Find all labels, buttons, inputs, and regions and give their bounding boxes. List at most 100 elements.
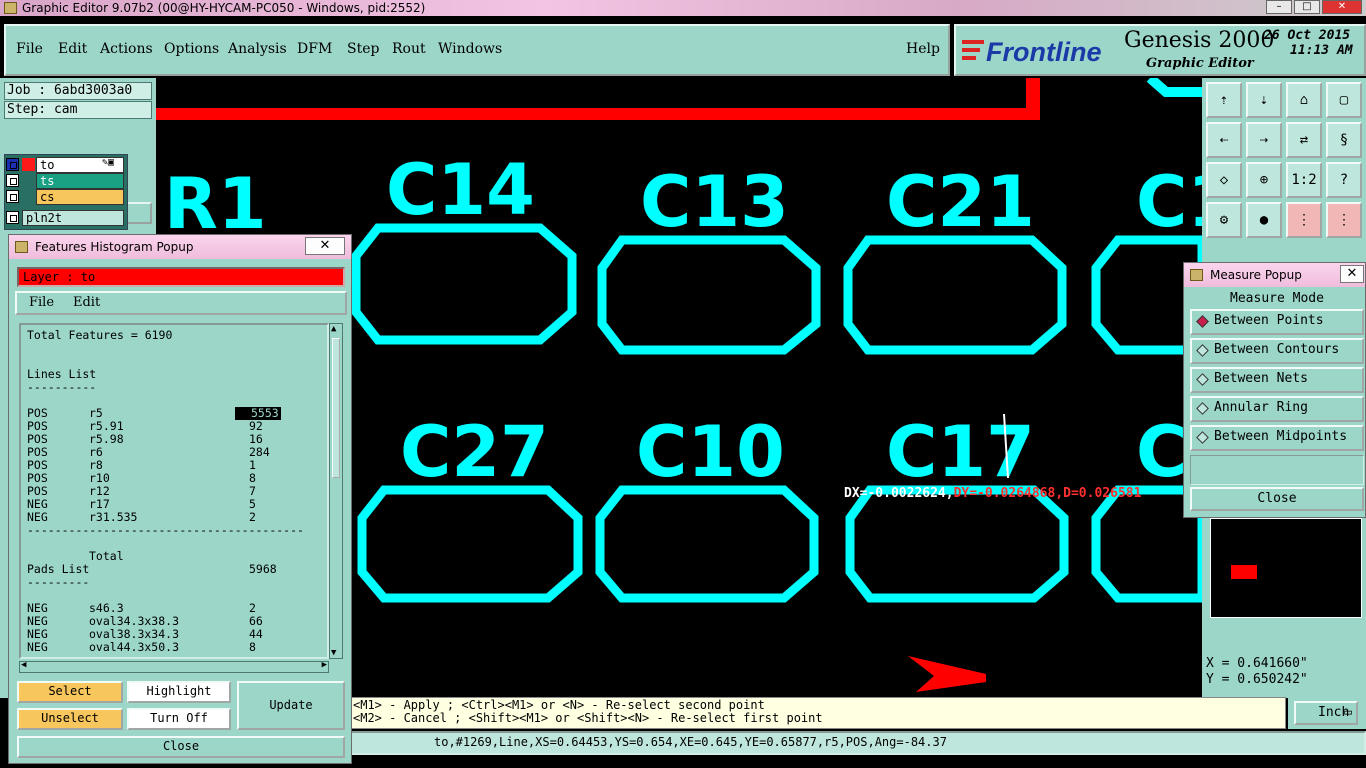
menu-actions[interactable]: Actions bbox=[100, 41, 153, 57]
designator-c27: C27 bbox=[400, 411, 549, 493]
scroll-down-icon[interactable]: ▼ bbox=[331, 648, 336, 658]
histogram-title-bar: Features Histogram Popup ✕ bbox=[9, 235, 351, 259]
pan-up-icon[interactable]: ⇡ bbox=[1206, 82, 1242, 118]
layer-name: cs bbox=[36, 189, 124, 205]
zoom-fit-icon[interactable]: ◇ bbox=[1206, 162, 1242, 198]
minimize-button[interactable]: – bbox=[1266, 0, 1292, 14]
scroll-right-icon[interactable]: ▶ bbox=[322, 660, 327, 670]
settings-icon[interactable]: ⚙ bbox=[1206, 202, 1242, 238]
histogram-close-icon[interactable]: ✕ bbox=[305, 237, 345, 255]
total-features: Total Features = 6190 bbox=[27, 328, 173, 342]
popup-icon bbox=[1190, 269, 1203, 281]
component-pad bbox=[597, 235, 821, 355]
pan-down-icon[interactable]: ⇣ bbox=[1246, 82, 1282, 118]
histogram-row[interactable]: POS r5 5553 bbox=[27, 407, 327, 420]
select-button[interactable]: Select bbox=[17, 681, 123, 703]
clock-time: 11:13 AM bbox=[1290, 43, 1353, 58]
layer-row-pln2t[interactable]: pln2t bbox=[6, 210, 124, 226]
update-button[interactable]: Update bbox=[237, 681, 345, 730]
layer-checkbox[interactable] bbox=[6, 190, 19, 203]
histogram-menu-edit[interactable]: Edit bbox=[73, 293, 100, 313]
radio-diamond-icon bbox=[1196, 402, 1209, 415]
snap-icon[interactable]: ● bbox=[1246, 202, 1282, 238]
measure-option[interactable]: Between Nets bbox=[1190, 367, 1364, 393]
designator-c10: C10 bbox=[636, 411, 785, 493]
edit-icon: ✎▣ bbox=[102, 157, 115, 168]
histogram-row[interactable]: POS r12 7 bbox=[27, 485, 327, 498]
unselect-button[interactable]: Unselect bbox=[17, 708, 123, 730]
menu-dfm[interactable]: DFM bbox=[297, 41, 332, 57]
layer-name: pln2t bbox=[22, 210, 124, 226]
swap-icon[interactable]: ⇄ bbox=[1286, 122, 1322, 158]
histogram-vscroll[interactable]: ▲ ▼ bbox=[329, 323, 343, 659]
zoom-ratio-icon[interactable]: 1:2 bbox=[1286, 162, 1322, 198]
menu-help[interactable]: Help bbox=[906, 41, 940, 57]
turn-off-button[interactable]: Turn Off bbox=[127, 708, 231, 730]
histogram-hscroll[interactable]: ◀ ▶ bbox=[19, 660, 329, 673]
highlight-button[interactable]: Highlight bbox=[127, 681, 231, 703]
menu-step[interactable]: Step bbox=[347, 41, 379, 57]
measure-option[interactable]: Between Contours bbox=[1190, 338, 1364, 364]
menu-edit[interactable]: Edit bbox=[58, 41, 87, 57]
layer-checkbox[interactable] bbox=[6, 174, 19, 187]
radio-diamond-icon bbox=[1196, 373, 1209, 386]
menu-analysis[interactable]: Analysis bbox=[228, 41, 287, 57]
redraw-icon[interactable]: § bbox=[1326, 122, 1362, 158]
overview-map[interactable] bbox=[1210, 518, 1362, 618]
net-icon[interactable]: ⋮ bbox=[1286, 202, 1322, 238]
product-subtitle: Graphic Editor bbox=[1146, 56, 1254, 71]
pan-right-icon[interactable]: ⇢ bbox=[1246, 122, 1282, 158]
red-trace bbox=[1026, 78, 1040, 120]
menu-windows[interactable]: Windows bbox=[438, 41, 502, 57]
component-pad bbox=[595, 485, 819, 603]
menu-rout[interactable]: Rout bbox=[392, 41, 426, 57]
measure-close-icon[interactable]: ✕ bbox=[1340, 265, 1364, 283]
histogram-cell-count: 8 bbox=[249, 640, 256, 654]
radio-diamond-icon bbox=[1196, 431, 1209, 444]
component-pad bbox=[351, 223, 577, 345]
designator-c: C bbox=[1136, 411, 1187, 493]
total-label: Total bbox=[89, 549, 124, 563]
status-line-2: <M2> - Cancel ; <Shift><M1> or <Shift><N… bbox=[353, 711, 823, 725]
histogram-row[interactable]: POS r6 284 bbox=[27, 446, 327, 459]
component-pad bbox=[843, 235, 1067, 355]
scroll-up-icon[interactable]: ▲ bbox=[331, 324, 336, 334]
pan-left-icon[interactable]: ⇠ bbox=[1206, 122, 1242, 158]
histogram-row[interactable]: NEG r17 5 bbox=[27, 498, 327, 511]
histogram-title: Features Histogram Popup bbox=[35, 240, 194, 254]
layer-checkbox[interactable] bbox=[6, 158, 19, 171]
window-close-button[interactable]: ✕ bbox=[1322, 0, 1362, 14]
product-name: Genesis 2000 bbox=[1124, 28, 1275, 53]
net2-icon[interactable]: ⋮ bbox=[1326, 202, 1362, 238]
help-icon[interactable]: ? bbox=[1326, 162, 1362, 198]
menu-options[interactable]: Options bbox=[164, 41, 219, 57]
measure-close-button[interactable]: Close bbox=[1190, 487, 1364, 511]
measure-readout: DX=-0.0022624,DY=-0.0264868,D=0.026581 bbox=[844, 486, 1142, 501]
home-icon[interactable]: ⌂ bbox=[1286, 82, 1322, 118]
menu-file[interactable]: File bbox=[16, 41, 43, 57]
histogram-close-button[interactable]: Close bbox=[17, 736, 345, 758]
histogram-row[interactable]: POS r5.98 16 bbox=[27, 433, 327, 446]
histogram-row[interactable]: POS r5.91 92 bbox=[27, 420, 327, 433]
pads-underline: --------- bbox=[27, 575, 90, 589]
layer-checkbox[interactable] bbox=[6, 211, 19, 224]
histogram-row[interactable]: POS r8 1 bbox=[27, 459, 327, 472]
app-icon bbox=[4, 2, 17, 14]
zoom-center-icon[interactable]: ⊕ bbox=[1246, 162, 1282, 198]
measure-option[interactable]: Between Points bbox=[1190, 309, 1364, 335]
window-zoom-icon[interactable]: ▢ bbox=[1326, 82, 1362, 118]
maximize-button[interactable]: □ bbox=[1294, 0, 1320, 14]
layer-row-to[interactable]: to ✎▣ bbox=[6, 157, 124, 173]
histogram-menu-file[interactable]: File bbox=[29, 293, 54, 313]
histogram-list[interactable]: Total Features = 6190 Lines List -------… bbox=[19, 323, 329, 659]
scroll-thumb[interactable] bbox=[332, 338, 340, 478]
measure-option[interactable]: Annular Ring bbox=[1190, 396, 1364, 422]
scroll-left-icon[interactable]: ◀ bbox=[21, 660, 26, 670]
unit-area: Inch ▭ bbox=[1288, 697, 1366, 729]
histogram-row[interactable]: POS r10 8 bbox=[27, 472, 327, 485]
histogram-row[interactable]: NEG oval44.3x50.3 8 bbox=[27, 641, 327, 654]
unit-selector[interactable]: Inch ▭ bbox=[1294, 701, 1358, 725]
layer-row-ts[interactable]: ts bbox=[6, 173, 124, 189]
measure-option[interactable]: Between Midpoints bbox=[1190, 425, 1364, 451]
layer-row-cs[interactable]: cs bbox=[6, 189, 124, 205]
